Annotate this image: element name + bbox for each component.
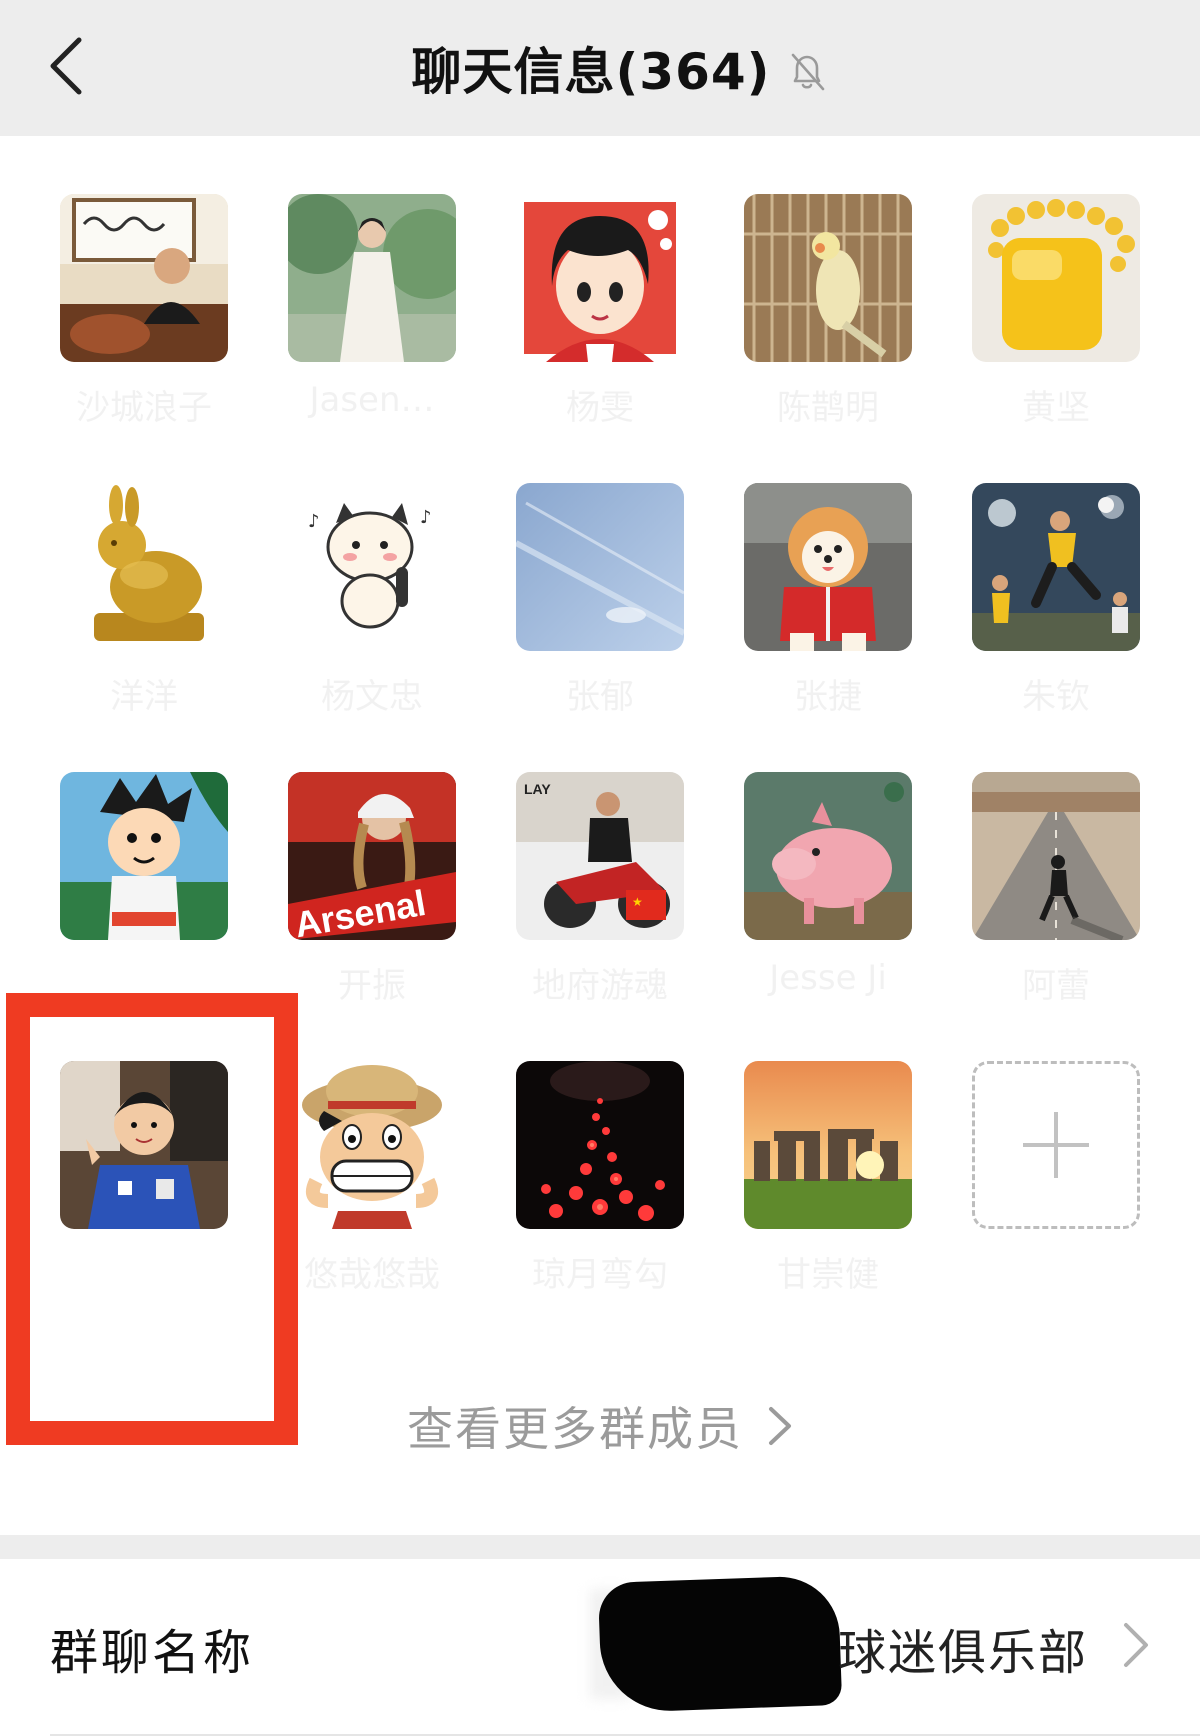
member-avatar (288, 1061, 456, 1229)
member-name: 地府游魂 (532, 966, 668, 1006)
member-name: 杨雯 (566, 388, 634, 428)
view-more-members-button[interactable]: 查看更多群成员 (0, 1390, 1200, 1462)
member-name: Jasen… (309, 380, 435, 420)
member-item[interactable]: 洋洋 (60, 483, 228, 717)
member-name: 张捷 (794, 677, 862, 717)
member-avatar (60, 194, 228, 362)
member-avatar (744, 1061, 912, 1229)
member-item[interactable] (60, 772, 228, 940)
member-name: 洋洋 (110, 677, 178, 717)
member-item[interactable]: Jesse Ji (744, 772, 912, 998)
member-name: 琼月弯勾 (532, 1255, 668, 1295)
member-avatar (972, 194, 1140, 362)
member-item[interactable]: 甘崇健 (744, 1061, 912, 1295)
member-avatar (288, 194, 456, 362)
member-avatar (516, 483, 684, 651)
member-avatar (60, 1061, 228, 1229)
member-name: 开振 (338, 966, 406, 1006)
member-avatar (60, 483, 228, 651)
member-avatar: Arsenal (288, 772, 456, 940)
member-item[interactable]: 黄坚 (972, 194, 1140, 428)
member-avatar (516, 1061, 684, 1229)
add-member-button[interactable] (972, 1061, 1140, 1229)
member-item[interactable]: Arsenal 开振 (288, 772, 456, 1006)
member-avatar (972, 483, 1140, 651)
member-avatar (744, 194, 912, 362)
member-avatar (516, 194, 684, 362)
member-avatar (744, 772, 912, 940)
member-avatar (60, 772, 228, 940)
add-member-box[interactable] (972, 1061, 1140, 1229)
view-more-label: 查看更多群成员 (407, 1402, 743, 1456)
member-item[interactable]: 阿蕾 (972, 772, 1140, 1006)
member-name: 阿蕾 (1022, 966, 1090, 1006)
member-name: 黄坚 (1022, 388, 1090, 428)
member-item[interactable]: Jasen… (288, 194, 456, 420)
member-item[interactable] (60, 1061, 228, 1229)
member-item[interactable]: ♪ ♪ 杨文忠 (288, 483, 456, 717)
top-bar: 聊天信息(364) (0, 0, 1200, 136)
section-separator (0, 1535, 1200, 1559)
group-name-row[interactable]: 群聊名称 球迷俱乐部 (0, 1559, 1200, 1736)
redaction-mark (597, 1574, 843, 1714)
member-avatar: ♪ ♪ (288, 483, 456, 651)
svg-text:♪: ♪ (420, 507, 432, 528)
title-group: 聊天信息(364) (0, 0, 1200, 136)
member-avatar (744, 483, 912, 651)
svg-text:★: ★ (632, 895, 643, 909)
chevron-right-icon (1124, 1623, 1148, 1667)
member-item[interactable]: LAY ★ 地府游魂 (516, 772, 684, 1006)
bell-off-icon (791, 53, 824, 91)
member-item[interactable]: 张捷 (744, 483, 912, 717)
member-item[interactable]: 琼月弯勾 (516, 1061, 684, 1295)
member-item[interactable]: 沙城浪子 (60, 194, 228, 428)
member-name: 陈鹊明 (777, 388, 879, 428)
lay-sign-text: LAY (524, 781, 551, 797)
member-name: 沙城浪子 (76, 388, 212, 428)
plus-icon (1023, 1112, 1089, 1178)
group-name-label: 群聊名称 (50, 1625, 255, 1681)
svg-text:♪: ♪ (308, 511, 320, 532)
member-name: 甘崇健 (777, 1255, 879, 1295)
chevron-right-icon (769, 1407, 791, 1445)
member-name: 朱钦 (1022, 677, 1090, 717)
member-avatar (972, 772, 1140, 940)
member-grid: 沙城浪子 Jasen… 杨雯 陈鹊明 黄坚 洋洋 ♪ ♪ 杨文忠 张郁 张捷 朱… (60, 194, 1140, 1295)
member-item[interactable]: 陈鹊明 (744, 194, 912, 428)
member-name: 张郁 (566, 677, 634, 717)
member-item[interactable]: 朱钦 (972, 483, 1140, 717)
member-item[interactable]: 杨雯 (516, 194, 684, 428)
group-name-value: 球迷俱乐部 (838, 1625, 1089, 1681)
member-name: 杨文忠 (321, 677, 423, 717)
member-name: Jesse Ji (769, 958, 887, 998)
page-title: 聊天信息(364) (411, 43, 771, 101)
member-name: 悠哉悠哉 (304, 1255, 440, 1295)
member-avatar: LAY ★ (516, 772, 684, 940)
member-item[interactable]: 悠哉悠哉 (288, 1061, 456, 1295)
member-item[interactable]: 张郁 (516, 483, 684, 717)
